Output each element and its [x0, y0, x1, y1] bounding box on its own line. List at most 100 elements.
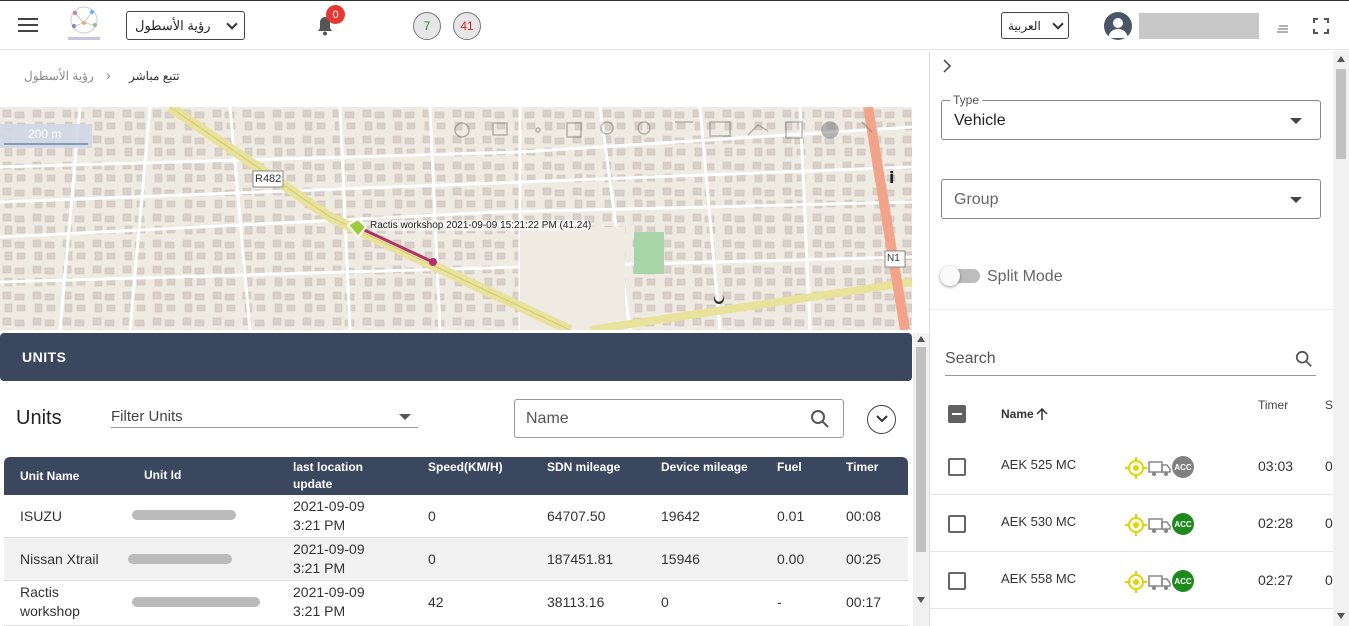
chevron-down-icon	[226, 17, 238, 30]
units-heading: Units	[16, 407, 62, 429]
col-last-update[interactable]: last location update	[293, 459, 383, 493]
road-label: N1	[887, 253, 900, 264]
breadcrumb: رؤية الأسطول › تتبع مباشر	[0, 51, 929, 107]
vehicle-timer: 02:27	[1258, 572, 1294, 588]
sort-ascending-icon[interactable]	[1036, 408, 1048, 421]
units-table-header: Unit Name Unit Id last location update S…	[4, 457, 908, 495]
last-update: 2021-09-09 3:21 PM	[293, 584, 365, 619]
col-device-mileage[interactable]: Device mileage	[661, 460, 748, 474]
expand-toggle-button[interactable]	[867, 405, 896, 434]
vehicle-name: AEK 558 MC	[1001, 571, 1077, 586]
col-fuel[interactable]: Fuel	[777, 460, 802, 474]
collapse-panel-icon[interactable]	[942, 59, 952, 73]
dropdown-arrow-icon	[399, 414, 411, 420]
avatar[interactable]	[1104, 12, 1132, 40]
road-label: R482	[255, 173, 282, 185]
col-timer[interactable]: Timer	[846, 460, 878, 474]
fullscreen-icon[interactable]	[1313, 18, 1329, 39]
unit-name: Nissan Xtrail	[20, 551, 99, 567]
col-unit-id[interactable]: Unit Id	[144, 468, 181, 482]
col-sdn-mileage[interactable]: SDN mileage	[547, 460, 620, 474]
vehicle-row[interactable]: AEK 530 MC ACC 02:28 0	[930, 495, 1333, 552]
sdn-mileage: 38113.16	[547, 594, 605, 610]
timer: 00:08	[846, 508, 882, 524]
username-redacted	[1139, 13, 1259, 39]
row-checkbox[interactable]	[948, 572, 966, 590]
indeterminate-mark	[952, 413, 962, 415]
truck-icon	[1148, 461, 1171, 476]
split-mode-label: Split Mode	[987, 268, 1063, 285]
filter-units-label: Filter Units	[111, 408, 183, 425]
type-label: Type	[950, 93, 983, 107]
table-row[interactable]: ISUZU 2021-09-09 3:21 PM 0 64707.50 1964…	[4, 495, 908, 538]
breadcrumb-root[interactable]: رؤية الأسطول	[24, 69, 94, 83]
menu-icon[interactable]	[18, 18, 38, 32]
scroll-down-arrow-icon[interactable]	[1337, 613, 1345, 619]
vehicle-marker-label[interactable]: Ractis workshop 2021-09-09 15:21:22 PM (…	[370, 220, 592, 231]
group-select[interactable]: Group	[941, 179, 1321, 219]
units-panel-header[interactable]: UNITS	[0, 333, 912, 381]
top-bar: رؤية الأسطول 0 7 41 العربية	[0, 0, 1349, 50]
fleet-select[interactable]: رؤية الأسطول	[126, 11, 245, 40]
divider	[930, 309, 1333, 310]
type-select[interactable]: Type Vehicle	[941, 93, 1321, 140]
vehicle-s: 0	[1325, 572, 1333, 588]
search-icon[interactable]	[1295, 350, 1313, 368]
units-scrollbar[interactable]	[913, 333, 929, 626]
col-timer[interactable]: Timer	[1258, 398, 1288, 412]
gps-signal-icon	[1125, 514, 1147, 536]
col-speed[interactable]: Speed(KM/H)	[428, 460, 503, 474]
scroll-up-arrow-icon[interactable]	[917, 336, 925, 342]
speed: 0	[428, 508, 436, 524]
truck-icon	[1148, 575, 1171, 590]
vehicle-row[interactable]: AEK 558 MC ACC 02:27 0	[930, 552, 1333, 609]
breadcrumb-separator: ›	[106, 67, 111, 83]
col-unit-name[interactable]: Unit Name	[20, 469, 79, 483]
scrollbar-thumb[interactable]	[1336, 69, 1346, 159]
scroll-up-arrow-icon[interactable]	[1337, 56, 1345, 62]
unit-id-redacted	[132, 510, 236, 520]
offline-count-badge[interactable]: 41	[453, 12, 481, 40]
unit-name: Ractis workshop	[20, 584, 80, 619]
right-panel: Type Vehicle Group Split Mode Search Nam…	[929, 51, 1349, 626]
vehicle-search-input[interactable]: Search	[945, 345, 1316, 376]
vehicle-timer: 03:03	[1258, 458, 1294, 474]
col-name[interactable]: Name	[1001, 407, 1034, 421]
filter-units-select[interactable]: Filter Units	[111, 405, 418, 428]
type-value: Vehicle	[954, 112, 1006, 129]
chevron-down-icon	[876, 415, 888, 423]
vehicle-row[interactable]: AEK 525 MC ACC 03:03 0	[930, 438, 1333, 495]
sdn-mileage: 187451.81	[547, 551, 614, 567]
acc-status-badge: ACC	[1172, 456, 1194, 478]
online-count-badge[interactable]: 7	[413, 12, 441, 40]
unit-name-search-input[interactable]: Name	[514, 399, 844, 438]
unit-id-redacted	[128, 554, 232, 564]
map[interactable]: i 200 m R482 N1 Ractis workshop 2021-09-…	[0, 107, 912, 330]
search-icon[interactable]	[810, 409, 830, 429]
row-checkbox[interactable]	[948, 515, 966, 533]
table-row[interactable]: Nissan Xtrail 2021-09-09 3:21 PM 0 18745…	[4, 538, 908, 581]
table-row[interactable]: Ractis workshop 2021-09-09 3:21 PM 42 38…	[4, 581, 908, 626]
last-update: 2021-09-09 3:21 PM	[293, 498, 365, 533]
device-mileage: 15946	[661, 551, 700, 567]
select-all-checkbox[interactable]	[948, 405, 966, 423]
scrollbar-thumb[interactable]	[916, 347, 926, 552]
group-placeholder: Group	[954, 191, 999, 208]
language-select[interactable]: العربية	[1001, 12, 1069, 39]
fuel: 0.00	[777, 551, 805, 567]
right-panel-scrollbar[interactable]	[1333, 51, 1349, 626]
fuel: 0.01	[777, 508, 805, 524]
dropdown-arrow-icon	[1290, 197, 1302, 203]
notes-icon[interactable]	[1277, 20, 1289, 38]
col-s[interactable]: S	[1325, 398, 1333, 412]
acc-status-badge: ACC	[1172, 513, 1194, 535]
breadcrumb-current: تتبع مباشر	[129, 69, 180, 83]
split-mode-toggle[interactable]	[940, 266, 980, 286]
map-scale-label: 200 m	[28, 127, 62, 141]
truck-icon	[1148, 518, 1171, 533]
row-checkbox[interactable]	[948, 458, 966, 476]
svg-text:i: i	[889, 168, 894, 187]
chevron-down-icon	[1052, 17, 1064, 30]
scroll-down-arrow-icon[interactable]	[917, 597, 925, 603]
speed: 42	[428, 594, 444, 610]
